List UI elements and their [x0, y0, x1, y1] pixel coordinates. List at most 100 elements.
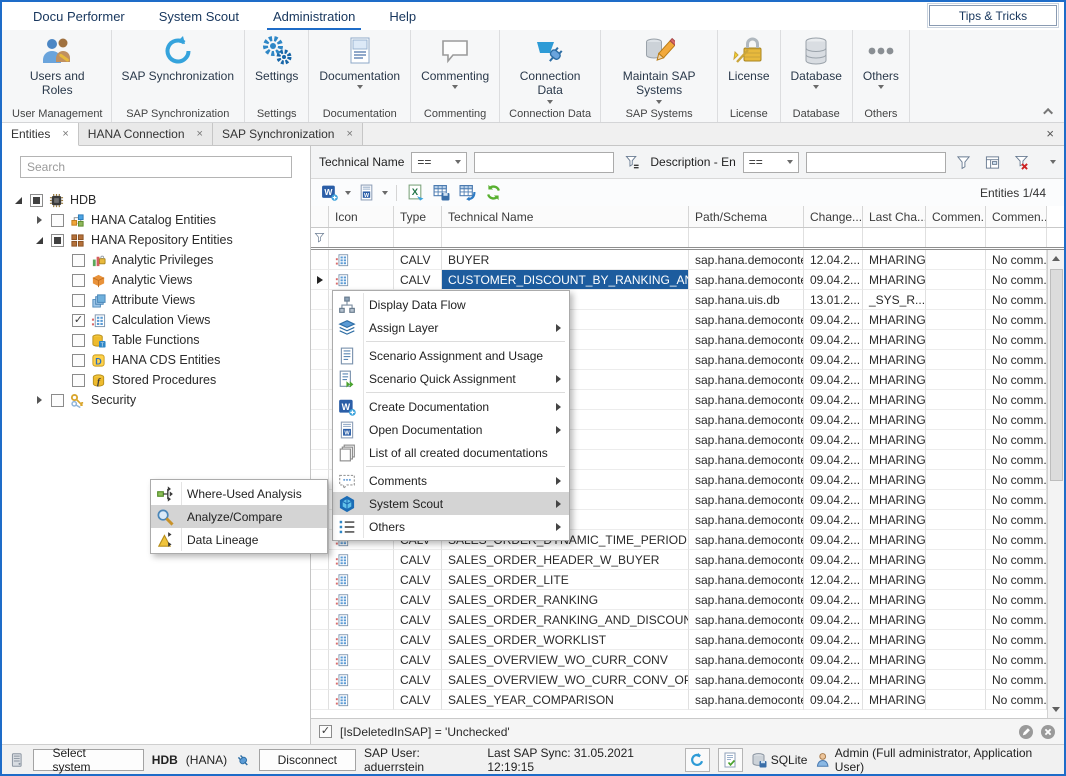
scroll-up-icon[interactable]	[1048, 250, 1064, 267]
menu-item-open-documentation[interactable]: WOpen Documentation	[333, 418, 569, 441]
menu-item-assign-layer[interactable]: Assign Layer	[333, 316, 569, 339]
cell-technical-name[interactable]: SALES_ORDER_HEADER_W_BUYER	[442, 550, 689, 570]
ribbon-collapse-button[interactable]	[1042, 104, 1056, 118]
tree-checkbox[interactable]	[72, 354, 85, 367]
close-tabgroup-icon[interactable]: ×	[1046, 126, 1054, 141]
tree-checkbox[interactable]	[72, 374, 85, 387]
refresh-button[interactable]	[483, 182, 504, 203]
autofilter-cell-0[interactable]	[329, 228, 394, 247]
excel-export-button[interactable]: X	[405, 182, 426, 203]
clear-filter-button[interactable]	[1011, 151, 1033, 173]
column-header-technical-name-2[interactable]: Technical Name	[442, 206, 689, 227]
column-header-change-4[interactable]: Change...	[804, 206, 863, 227]
cell-technical-name[interactable]: SALES_YEAR_COMPARISON	[442, 690, 689, 710]
table-row-sales-overview-wo-curr-conv[interactable]: CALVSALES_OVERVIEW_WO_CURR_CONVsap.hana.…	[311, 650, 1047, 670]
expander-icon[interactable]	[33, 237, 45, 244]
scroll-down-icon[interactable]	[1048, 701, 1064, 718]
menu-docu-performer[interactable]: Docu Performer	[16, 2, 142, 30]
menu-item-scenario-quick-assignment[interactable]: Scenario Quick Assignment	[333, 367, 569, 390]
menu-item-analyze-compare[interactable]: Analyze/Compare	[151, 505, 327, 528]
menu-item-others[interactable]: Others	[333, 515, 569, 538]
tree-item-analytic-privileges[interactable]: Analytic Privileges	[2, 250, 310, 270]
tree-item-attribute-views[interactable]: Attribute Views	[2, 290, 310, 310]
tree-checkbox[interactable]	[30, 194, 43, 207]
disconnect-button[interactable]: Disconnect	[259, 749, 356, 771]
table-row-sales-overview-wo-curr-conv-opt[interactable]: CALVSALES_OVERVIEW_WO_CURR_CONV_OPTsap.h…	[311, 670, 1047, 690]
cell-technical-name[interactable]: SALES_OVERVIEW_WO_CURR_CONV_OPT	[442, 670, 689, 690]
cell-technical-name[interactable]: CUSTOMER_DISCOUNT_BY_RANKING_AND_REGION	[442, 270, 689, 290]
tab-entities[interactable]: Entities×	[2, 123, 79, 146]
column-header-commen-6[interactable]: Commen...	[926, 206, 986, 227]
expander-icon[interactable]	[12, 197, 24, 204]
tree-checkbox[interactable]	[72, 294, 85, 307]
tree-item-hana-catalog-entities[interactable]: HANA Catalog Entities	[2, 210, 310, 230]
tree-item-hana-repository-entities[interactable]: HANA Repository Entities	[2, 230, 310, 250]
column-header-icon-0[interactable]: Icon	[329, 206, 394, 227]
table-row-sales-order-lite[interactable]: CALVSALES_ORDER_LITEsap.hana.democonte..…	[311, 570, 1047, 590]
tree-item-hana-cds-entities[interactable]: DHANA CDS Entities	[2, 350, 310, 370]
tree-checkbox[interactable]: ✓	[72, 314, 85, 327]
documentation-button[interactable]: Documentation	[317, 35, 402, 89]
description-operator-select[interactable]: ==	[743, 152, 799, 173]
tree-checkbox[interactable]	[51, 214, 64, 227]
others-button[interactable]: Others	[861, 35, 901, 89]
license-button[interactable]: License	[726, 35, 771, 83]
log-button[interactable]	[718, 748, 743, 772]
table-row-buyer[interactable]: CALVBUYERsap.hana.democonte...12.04.2...…	[311, 250, 1047, 270]
expander-icon[interactable]	[33, 396, 45, 404]
filter-equals-button[interactable]	[621, 151, 643, 173]
menu-administration[interactable]: Administration	[256, 2, 372, 30]
menu-system-scout[interactable]: System Scout	[142, 2, 256, 30]
tree-checkbox[interactable]	[72, 334, 85, 347]
close-filter-icon[interactable]	[1040, 724, 1056, 740]
word-export-dropdown-icon[interactable]	[345, 191, 351, 195]
select-system-button[interactable]: Select system	[33, 749, 143, 771]
close-tab-icon[interactable]: ×	[346, 129, 352, 140]
tree-item-stored-procedures[interactable]: fStored Procedures	[2, 370, 310, 390]
menu-item-data-lineage[interactable]: Data Lineage	[151, 528, 327, 551]
users-and-roles-button[interactable]: Users and Roles	[19, 35, 95, 98]
cell-technical-name[interactable]: BUYER	[442, 250, 689, 270]
autofilter-cell-6[interactable]	[926, 228, 986, 247]
tree-item-hdb[interactable]: HDB	[2, 190, 310, 210]
tab-hana-connection[interactable]: HANA Connection×	[79, 123, 213, 146]
column-header-last-cha-5[interactable]: Last Cha...	[863, 206, 926, 227]
cell-technical-name[interactable]: SALES_ORDER_RANKING	[442, 590, 689, 610]
cell-technical-name[interactable]: SALES_OVERVIEW_WO_CURR_CONV	[442, 650, 689, 670]
scroll-thumb[interactable]	[1050, 269, 1063, 481]
table-row-sales-order-header-w-buyer[interactable]: CALVSALES_ORDER_HEADER_W_BUYERsap.hana.d…	[311, 550, 1047, 570]
menu-item-create-documentation[interactable]: WCreate Documentation	[333, 395, 569, 418]
edit-filter-icon[interactable]	[1018, 724, 1034, 740]
word-document-dropdown-icon[interactable]	[382, 191, 388, 195]
table-row-sales-year-comparison[interactable]: CALVSALES_YEAR_COMPARISONsap.hana.democo…	[311, 690, 1047, 710]
table-row-sales-order-ranking[interactable]: CALVSALES_ORDER_RANKINGsap.hana.democont…	[311, 590, 1047, 610]
tree-item-calculation-views[interactable]: ✓Calculation Views	[2, 310, 310, 330]
save-layout-button[interactable]	[431, 182, 452, 203]
autofilter-cell-4[interactable]	[804, 228, 863, 247]
column-header-type-1[interactable]: Type	[394, 206, 442, 227]
table-row-sales-order-worklist[interactable]: CALVSALES_ORDER_WORKLISTsap.hana.democon…	[311, 630, 1047, 650]
apply-filter-button[interactable]	[953, 151, 975, 173]
filter-row-expand-icon[interactable]	[1050, 160, 1056, 164]
tab-sap-synchronization[interactable]: SAP Synchronization×	[213, 123, 363, 146]
tree-item-table-functions[interactable]: TTable Functions	[2, 330, 310, 350]
close-tab-icon[interactable]: ×	[197, 129, 203, 140]
maintain-sap-systems-button[interactable]: Maintain SAP Systems	[609, 35, 709, 104]
expander-icon[interactable]	[33, 216, 45, 224]
description-filter-input[interactable]	[806, 152, 946, 173]
column-header-path-schema-3[interactable]: Path/Schema	[689, 206, 804, 227]
tips-and-tricks-button[interactable]: Tips & Tricks	[929, 5, 1057, 26]
technical-name-operator-select[interactable]: ==	[411, 152, 467, 173]
autofilter-cell-2[interactable]	[442, 228, 689, 247]
menu-item-list-of-all-created-documentations[interactable]: List of all created documentations	[333, 441, 569, 464]
autofilter-cell-7[interactable]	[986, 228, 1047, 247]
database-button[interactable]: Database	[789, 35, 844, 89]
menu-item-system-scout[interactable]: System Scout	[333, 492, 569, 515]
menu-item-where-used-analysis[interactable]: Where-Used Analysis	[151, 482, 327, 505]
table-row-customer-discount-by-ranking-and-region[interactable]: CALVCUSTOMER_DISCOUNT_BY_RANKING_AND_REG…	[311, 270, 1047, 290]
commenting-button[interactable]: Commenting	[419, 35, 491, 89]
autofilter-cell-1[interactable]	[394, 228, 442, 247]
table-row-sales-order-ranking-and-discount-sql[interactable]: CALVSALES_ORDER_RANKING_AND_DISCOUNT_SQL…	[311, 610, 1047, 630]
cell-technical-name[interactable]: SALES_ORDER_RANKING_AND_DISCOUNT_SQL	[442, 610, 689, 630]
settings-button[interactable]: Settings	[253, 35, 300, 83]
